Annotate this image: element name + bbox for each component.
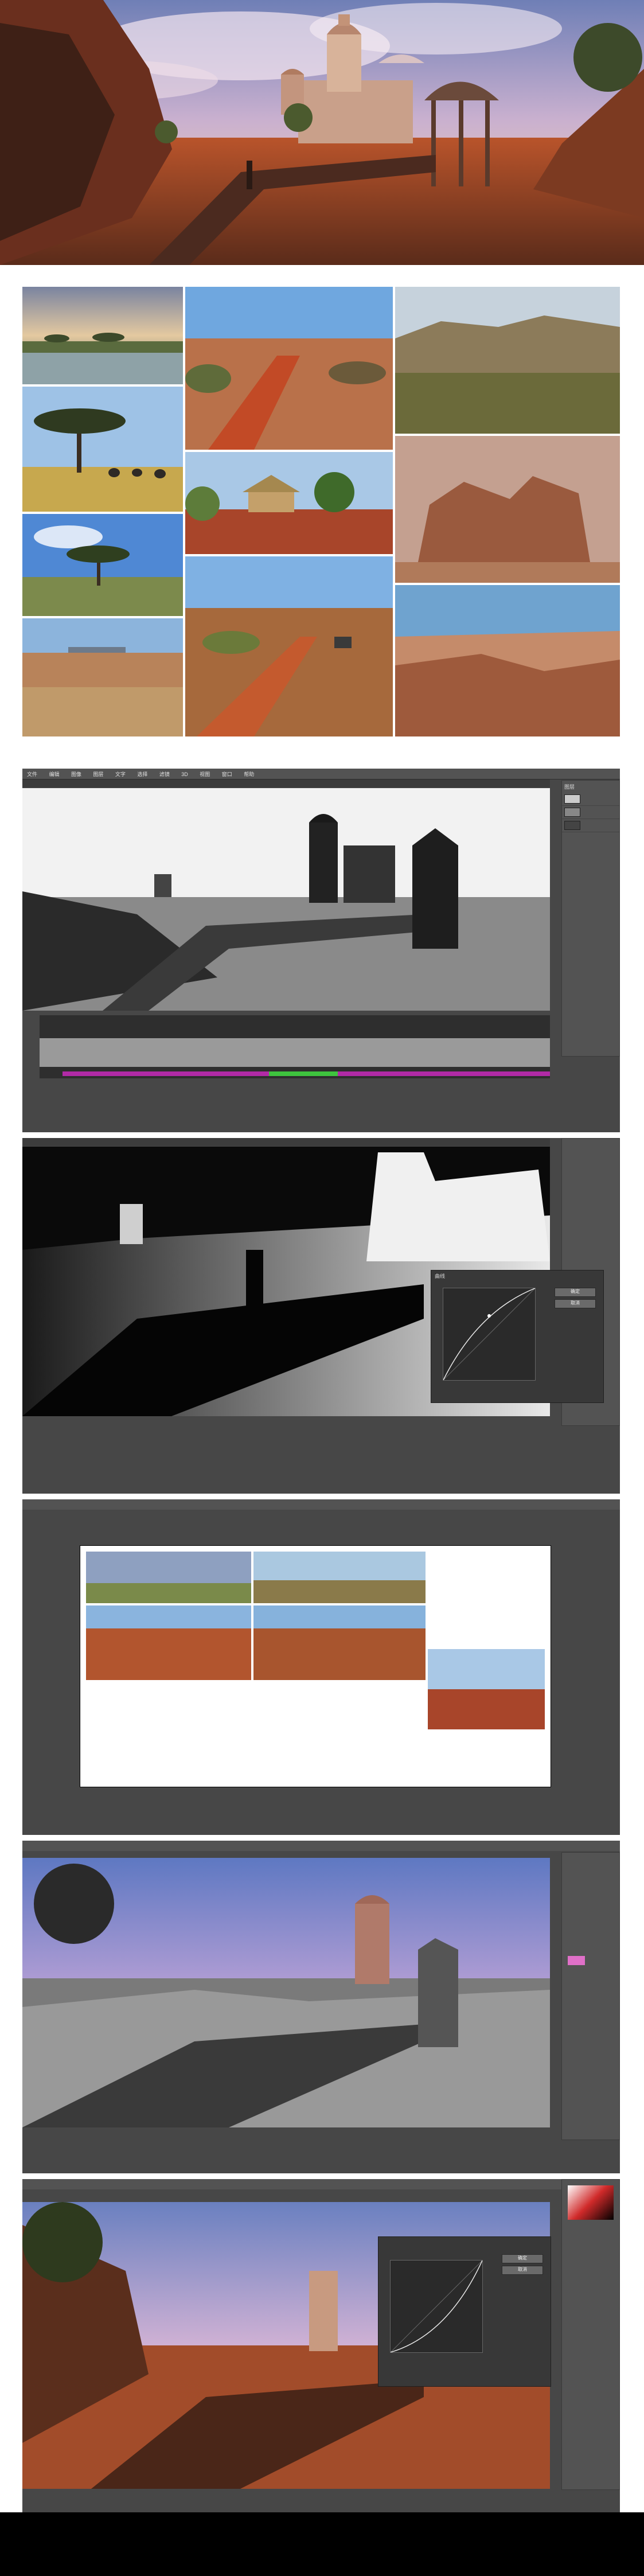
curves-dialog-title: 曲线 <box>435 1273 446 1279</box>
menu-image[interactable]: 图像 <box>71 770 81 778</box>
curves-cancel-button[interactable]: 取消 <box>555 1299 596 1308</box>
ps-timeline-bar-green[interactable] <box>269 1071 338 1076</box>
ref-photo-acacia-sky <box>22 514 183 616</box>
menu-3d[interactable]: 3D <box>181 771 188 777</box>
reference-photo-grid <box>22 287 620 736</box>
ps-canvas-color-blockin <box>22 1858 550 2127</box>
ref-photo-red-road <box>185 287 393 450</box>
ps-collage-frame <box>80 1545 551 1787</box>
collage-photo-savanna <box>86 1552 251 1603</box>
ps-screenshot-1: 文件 编辑 图像 图层 文字 选择 滤镜 3D 视图 窗口 帮助 图层 <box>22 769 620 1132</box>
curves-cancel-button[interactable]: 取消 <box>502 2266 543 2275</box>
ps-options-bar <box>22 1841 620 1851</box>
layer-thumbnail <box>564 808 580 817</box>
layer-thumbnail <box>564 794 580 804</box>
ref-photo-flat-mountain <box>22 618 183 736</box>
menu-edit[interactable]: 编辑 <box>49 770 59 778</box>
menu-type[interactable]: 文字 <box>115 770 126 778</box>
ref-photo-sandstone-cliff <box>395 585 620 736</box>
ps-document-tab[interactable] <box>22 780 550 788</box>
ps-screenshot-5: 确定 取消 <box>22 2179 620 2517</box>
layer-row[interactable] <box>562 793 619 806</box>
menu-help[interactable]: 帮助 <box>244 770 254 778</box>
ps-right-panel <box>561 2179 620 2490</box>
ps-layers-panel <box>561 1852 620 2140</box>
curves-ok-button[interactable]: 确定 <box>502 2254 543 2263</box>
ps-screenshot-2: 曲线 确定 取消 <box>22 1138 620 1494</box>
ref-photo-car-road <box>185 556 393 736</box>
hero-painting-svg <box>0 0 644 265</box>
hero-painting <box>0 0 644 265</box>
collage-photo-trees <box>253 1552 426 1603</box>
layer-row[interactable] <box>562 819 619 832</box>
ps-timeline-strip <box>40 1015 550 1078</box>
ps-menu-bar: 文件 编辑 图像 图层 文字 选择 滤镜 3D 视图 窗口 帮助 <box>22 769 620 780</box>
ref-photo-rock-formation <box>395 436 620 583</box>
swatch-pink[interactable] <box>568 1956 585 1965</box>
curves-graph-svg <box>443 1288 536 1381</box>
collage-photo-hut <box>428 1649 545 1729</box>
ps-document-tab[interactable] <box>22 1138 550 1146</box>
ps-options-bar <box>22 1499 620 1510</box>
menu-layer[interactable]: 图层 <box>93 770 103 778</box>
ps-canvas-grayscale <box>22 788 550 1011</box>
curves-graph-svg <box>390 2260 483 2353</box>
ref-photo-savanna-water <box>22 287 183 384</box>
menu-view[interactable]: 视图 <box>200 770 210 778</box>
ref-photo-hut <box>185 452 393 554</box>
collage-photo-red-plain <box>86 1605 251 1680</box>
curves-dialog: 曲线 确定 取消 <box>431 1270 604 1403</box>
color-picker-swatch[interactable] <box>568 2185 614 2220</box>
ref-photo-acacia-elephants <box>22 387 183 512</box>
curves-graph[interactable] <box>390 2260 483 2353</box>
curves-graph[interactable] <box>443 1288 536 1381</box>
ps-screenshot-4 <box>22 1841 620 2173</box>
collage-photo-red-road <box>253 1605 426 1680</box>
menu-window[interactable]: 窗口 <box>222 770 232 778</box>
menu-file[interactable]: 文件 <box>27 770 37 778</box>
footer-strip <box>0 2512 644 2576</box>
ps-screenshot-3 <box>22 1499 620 1835</box>
layer-row[interactable] <box>562 806 619 819</box>
menu-filter[interactable]: 滤镜 <box>159 770 170 778</box>
layer-thumbnail <box>564 821 580 830</box>
ps-options-bar <box>22 2179 620 2189</box>
curves-ok-button[interactable]: 确定 <box>555 1288 596 1297</box>
curves-dialog-final: 确定 取消 <box>378 2236 551 2387</box>
menu-select[interactable]: 选择 <box>137 770 147 778</box>
curve-control-point[interactable] <box>487 1314 491 1318</box>
ps-layers-panel: 图层 <box>561 780 620 1057</box>
ref-photo-mesa <box>395 287 620 434</box>
layers-panel-title: 图层 <box>564 784 575 790</box>
